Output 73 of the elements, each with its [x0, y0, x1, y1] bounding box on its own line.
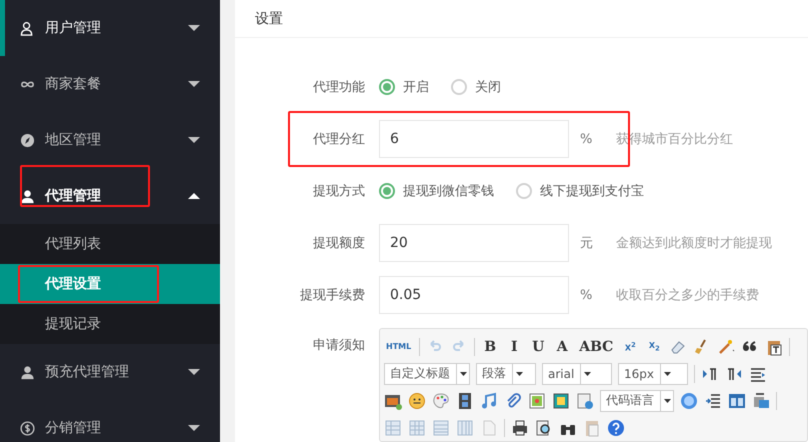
smiley-icon[interactable] [408, 392, 426, 410]
radio-option[interactable]: 提现到微信零钱 [379, 182, 494, 200]
submenu-item[interactable]: 提现记录 [0, 304, 220, 344]
toolbar-dropdown[interactable]: 自定义标题 [384, 362, 470, 384]
toolbar-button[interactable]: ABC [577, 338, 616, 354]
field-label: 提现额度 [312, 235, 366, 252]
caret-icon [584, 372, 591, 376]
dollar-icon [20, 420, 35, 436]
radio-option[interactable]: 关闭 [451, 78, 501, 96]
caret-icon [188, 24, 200, 32]
submenu-item[interactable]: 代理列表 [0, 224, 220, 264]
caret-icon [188, 368, 200, 376]
unit-label: % [579, 288, 594, 302]
radio-option[interactable]: 开启 [379, 78, 429, 96]
sidebar-item[interactable]: 预充代理管理 [0, 344, 220, 400]
toolbar-button[interactable]: X$^{2}$ [621, 340, 640, 352]
film-icon[interactable] [456, 392, 474, 410]
person-icon [20, 364, 35, 380]
text-field[interactable]: 0.05 [379, 276, 569, 314]
text-field[interactable]: 20 [379, 224, 569, 262]
caret-icon [664, 372, 670, 376]
picture-icon[interactable] [552, 392, 570, 410]
compass-icon [20, 132, 35, 148]
toolbar-button[interactable]: I [505, 338, 524, 354]
layout-icon[interactable] [728, 392, 746, 410]
caret-icon [188, 192, 200, 200]
caret-icon [516, 372, 522, 376]
sidebar-item[interactable]: 地区管理 [0, 112, 220, 168]
printer-icon[interactable] [511, 418, 529, 436]
toolbar-dropdown[interactable]: arial [542, 362, 612, 384]
toolbar-button[interactable]: HTML [384, 342, 414, 351]
globe-icon[interactable] [680, 392, 698, 410]
text-field[interactable]: 6 [379, 120, 569, 158]
toolbar-button[interactable]: B [481, 338, 500, 354]
toolbar-button[interactable]: X$_{2}$ [645, 340, 664, 352]
caret-icon [188, 424, 200, 432]
field-label: 代理分红 [312, 131, 366, 148]
field-label: 提现手续费 [299, 287, 366, 304]
hint-text: 获得城市百分比分红 [616, 131, 733, 148]
toolbar-dropdown[interactable]: 16px [618, 362, 688, 384]
caret-icon [188, 80, 200, 88]
field-label: 代理功能 [312, 79, 366, 96]
toolbar-button[interactable]: A [553, 338, 572, 354]
webpage-icon[interactable] [576, 392, 594, 410]
radio-option[interactable]: 线下提现到支付宝 [516, 182, 644, 200]
wand-icon[interactable] [717, 338, 736, 356]
caret-icon [188, 136, 200, 144]
sidebar-item[interactable]: 商家套餐 [0, 56, 220, 112]
toolbar-dropdown[interactable]: 代码语言 [600, 390, 674, 412]
sidebar-item[interactable]: 代理管理 [0, 168, 220, 224]
map-icon[interactable] [528, 392, 546, 410]
submenu-item[interactable]: 代理设置 [0, 264, 220, 304]
page-break-icon[interactable] [704, 392, 722, 410]
help-icon[interactable] [607, 418, 625, 436]
palette-icon[interactable] [432, 392, 450, 410]
sidebar-item[interactable]: 用户管理 [0, 0, 220, 56]
caret-icon [664, 398, 670, 402]
toolbar-button[interactable]: U [529, 338, 548, 354]
hint-text: 收取百分之多少的手续费 [616, 287, 759, 304]
screenshot-icon[interactable] [752, 392, 770, 410]
music-icon[interactable] [480, 392, 498, 410]
user-icon [20, 20, 35, 36]
caret-icon [460, 372, 466, 376]
hint-text: 金额达到此额度时才能提现 [616, 235, 772, 252]
panel-title: 设置 [235, 0, 808, 38]
toolbar-dropdown[interactable]: 段落 [476, 362, 536, 384]
clipboard-icon[interactable] [583, 418, 601, 436]
unit-label: 元 [579, 235, 594, 252]
field-label: 申请须知 [312, 337, 366, 354]
sidebar-item[interactable]: 分销管理 [0, 400, 220, 442]
person-icon [20, 188, 35, 204]
unit-label: % [579, 132, 594, 146]
field-label: 提现方式 [312, 183, 366, 200]
